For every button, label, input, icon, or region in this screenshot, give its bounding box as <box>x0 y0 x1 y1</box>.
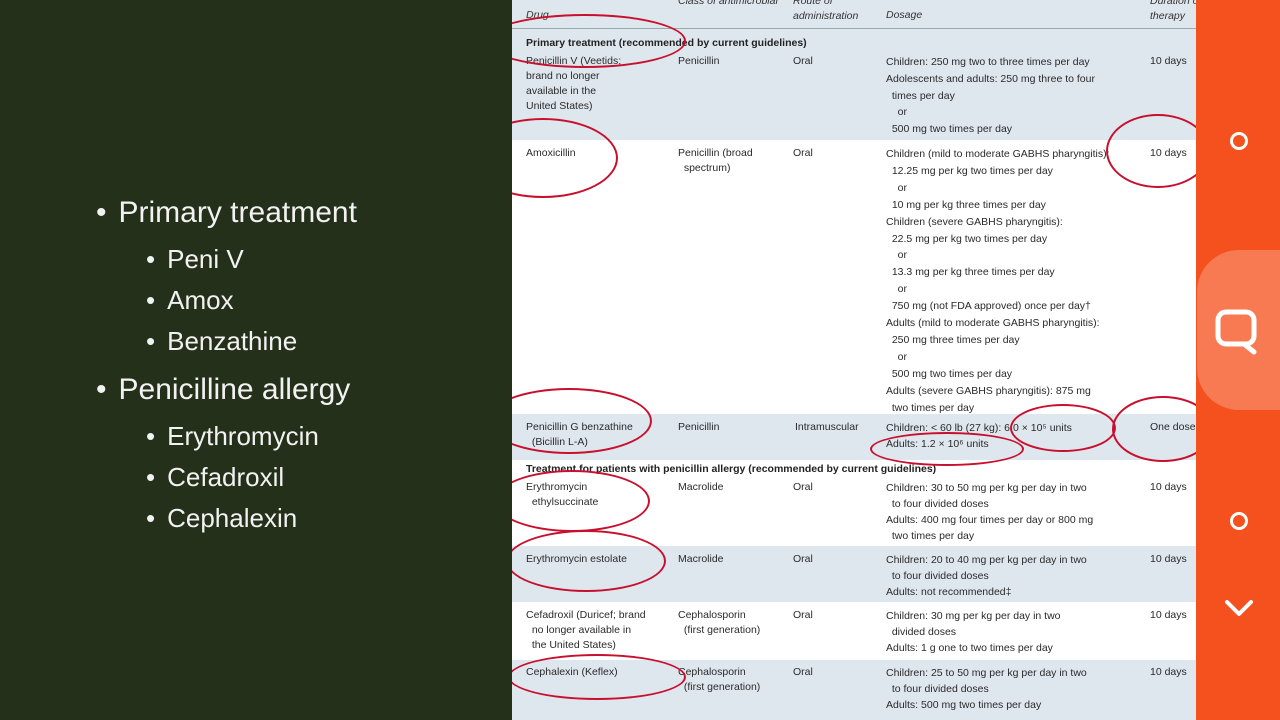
cell-dosage: Children: 30 mg per kg per day in two di… <box>886 610 1061 654</box>
bullet-penicilline-allergy: • Penicilline allergy <box>96 373 351 406</box>
annotation-circle <box>512 470 650 532</box>
cell-route: Oral <box>793 553 813 565</box>
annotation-circle <box>512 530 666 592</box>
cell-route: Oral <box>793 55 813 67</box>
circle-icon[interactable] <box>1230 512 1248 530</box>
cell-dosage: Children: 25 to 50 mg per kg per day in … <box>886 667 1087 711</box>
bullet-amox: • Amox <box>146 285 234 315</box>
antibiotic-table-image: Drug Class of antimicrobial Route of adm… <box>512 0 1196 720</box>
cell-dosage: Children: 20 to 40 mg per kg per day in … <box>886 554 1087 598</box>
cell-route: Oral <box>793 481 813 493</box>
header-duration: Duration of therapy <box>1150 0 1196 22</box>
bullet-primary-treatment: • Primary treatment <box>96 196 357 229</box>
cell-class: Cephalosporin (first generation) <box>678 666 761 693</box>
cell-duration: 10 days <box>1150 553 1187 565</box>
bullet-cephalexin: • Cephalexin <box>146 503 298 533</box>
bullet-peni-v: • Peni V <box>146 244 244 274</box>
header-class: Class of antimicrobial <box>678 0 778 7</box>
cell-route: Oral <box>793 666 813 678</box>
bullet-cefadroxil: • Cefadroxil <box>146 462 285 492</box>
bullet-benzathine: • Benzathine <box>146 326 298 356</box>
cell-class: Penicillin <box>678 421 720 433</box>
cell-dosage: Children: 30 to 50 mg per kg per day in … <box>886 482 1094 542</box>
cell-dosage: Children: 250 mg two to three times per … <box>886 56 1095 136</box>
annotation-circle <box>512 654 686 700</box>
cell-class: Cephalosporin (first generation) <box>678 609 761 636</box>
chat-tool-icon[interactable] <box>1214 308 1262 356</box>
annotation-circle <box>1010 404 1116 452</box>
slide-panel: • Primary treatment • Peni V • Amox • Benzat… <box>0 0 512 720</box>
bullet-erythromycin: • Erythromycin <box>146 421 319 451</box>
cell-duration: 10 days <box>1150 609 1187 621</box>
cell-class: Macrolide <box>678 481 724 493</box>
annotation-circle <box>1106 114 1196 188</box>
header-route: Route of administration <box>793 0 859 22</box>
cell-class: Macrolide <box>678 553 724 565</box>
cell-class: Penicillin <box>678 55 720 67</box>
cell-route: Oral <box>793 147 813 159</box>
header-dosage: Dosage <box>886 9 923 21</box>
cell-dosage: Children (mild to moderate GABHS pharyng… <box>886 148 1110 414</box>
cell-route: Intramuscular <box>795 421 859 433</box>
chevron-down-icon[interactable] <box>1224 598 1254 620</box>
cell-drug: Cefadroxil (Duricef; brand no longer ava… <box>526 609 646 651</box>
cell-duration: 10 days <box>1150 55 1187 67</box>
cell-class: Penicillin (broad spectrum) <box>678 147 753 174</box>
annotation-circle <box>870 432 1024 466</box>
cell-route: Oral <box>793 609 813 621</box>
cell-duration: 10 days <box>1150 481 1187 493</box>
cell-duration: 10 days <box>1150 666 1187 678</box>
circle-icon[interactable] <box>1230 132 1248 150</box>
